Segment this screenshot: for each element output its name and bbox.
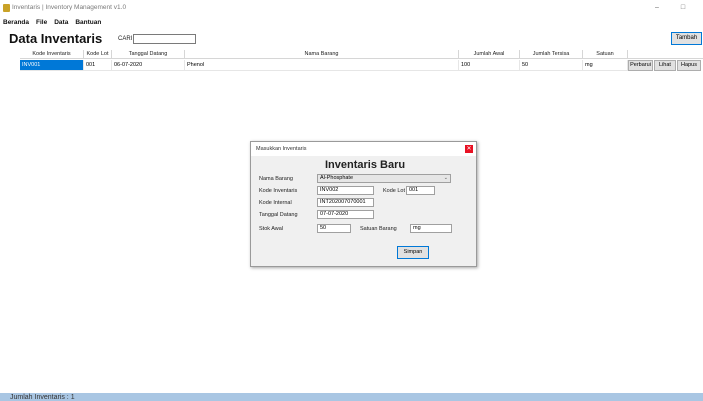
column-header-satuan[interactable]: Satuan: [583, 50, 628, 59]
column-header-nama-barang[interactable]: Nama Barang: [185, 50, 459, 59]
kode-internal-label: Kode Internal: [259, 200, 292, 206]
tanggal-datang-label: Tanggal Datang: [259, 212, 298, 218]
nama-barang-label: Nama Barang: [259, 176, 293, 182]
satuan-barang-input[interactable]: mg: [410, 224, 452, 233]
table-row[interactable]: INV001 001 06-07-2020 Phenol 100 50 mg P…: [20, 60, 703, 71]
status-bar: [0, 393, 703, 401]
dialog-title: Masukkan Inventaris: [256, 146, 307, 152]
tanggal-datang-input[interactable]: 07-07-2020: [317, 210, 374, 219]
kode-lot-input[interactable]: 001: [406, 186, 435, 195]
maximize-button[interactable]: □: [676, 2, 690, 14]
minimize-button[interactable]: –: [650, 2, 664, 14]
window-title: Inventaris | Inventory Management v1.0: [12, 4, 127, 11]
app-icon: [3, 4, 10, 12]
dialog-titlebar: Masukkan Inventaris ✕: [251, 142, 476, 156]
kode-lot-label: Kode Lot: [383, 188, 406, 194]
cell-jumlah-tersisa[interactable]: 50: [520, 60, 583, 71]
table-header: Kode Inventaris Kode Lot Tanggal Datang …: [20, 50, 703, 59]
kode-inventaris-input[interactable]: INV002: [317, 186, 374, 195]
column-header-jumlah-awal[interactable]: Jumlah Awal: [459, 50, 520, 59]
page-title: Data Inventaris: [9, 31, 103, 46]
save-button[interactable]: Simpan: [397, 246, 429, 259]
inventory-count: Jumlah Inventaris : 1: [10, 394, 75, 401]
add-button[interactable]: Tambah: [671, 32, 702, 45]
nama-barang-value: Al-Phosphate: [320, 175, 354, 181]
menu-beranda[interactable]: Beranda: [3, 17, 29, 28]
kode-inventaris-label: Kode Inventaris: [259, 188, 298, 194]
cell-tanggal-datang[interactable]: 06-07-2020: [112, 60, 185, 71]
cell-kode-lot[interactable]: 001: [84, 60, 112, 71]
dialog-close-button[interactable]: ✕: [465, 145, 473, 153]
search-label: CARI: [118, 36, 133, 42]
update-button[interactable]: Perbarui: [628, 60, 653, 71]
chevron-down-icon: ⌄: [443, 175, 448, 181]
menu-file[interactable]: File: [36, 17, 47, 28]
stok-awal-label: Stok Awal: [259, 226, 284, 232]
new-inventory-dialog: Masukkan Inventaris ✕ Inventaris Baru Na…: [250, 141, 477, 267]
search-input[interactable]: [133, 34, 196, 44]
column-header-jumlah-tersisa[interactable]: Jumlah Tersisa: [520, 50, 583, 59]
column-header-kode-lot[interactable]: Kode Lot: [84, 50, 112, 59]
cell-nama-barang[interactable]: Phenol: [185, 60, 459, 71]
menu-data[interactable]: Data: [54, 17, 68, 28]
cell-kode-inventaris[interactable]: INV001: [20, 60, 84, 71]
menu-bar: Beranda File Data Bantuan: [0, 17, 101, 28]
column-header-actions: [628, 50, 703, 59]
menu-bantuan[interactable]: Bantuan: [75, 17, 101, 28]
cell-jumlah-awal[interactable]: 100: [459, 60, 520, 71]
view-button[interactable]: Lihat: [654, 60, 676, 71]
column-header-tanggal-datang[interactable]: Tanggal Datang: [112, 50, 185, 59]
cell-satuan[interactable]: mg: [583, 60, 628, 71]
dialog-heading: Inventaris Baru: [325, 159, 406, 171]
stok-awal-input[interactable]: 50: [317, 224, 351, 233]
kode-internal-input[interactable]: INT202007070001: [317, 198, 374, 207]
column-header-kode-inventaris[interactable]: Kode Inventaris: [20, 50, 84, 59]
delete-button[interactable]: Hapus: [677, 60, 701, 71]
satuan-barang-label: Satuan Barang: [360, 226, 397, 232]
window-titlebar: Inventaris | Inventory Management v1.0 –…: [0, 0, 703, 17]
nama-barang-select[interactable]: Al-Phosphate ⌄: [317, 174, 451, 183]
